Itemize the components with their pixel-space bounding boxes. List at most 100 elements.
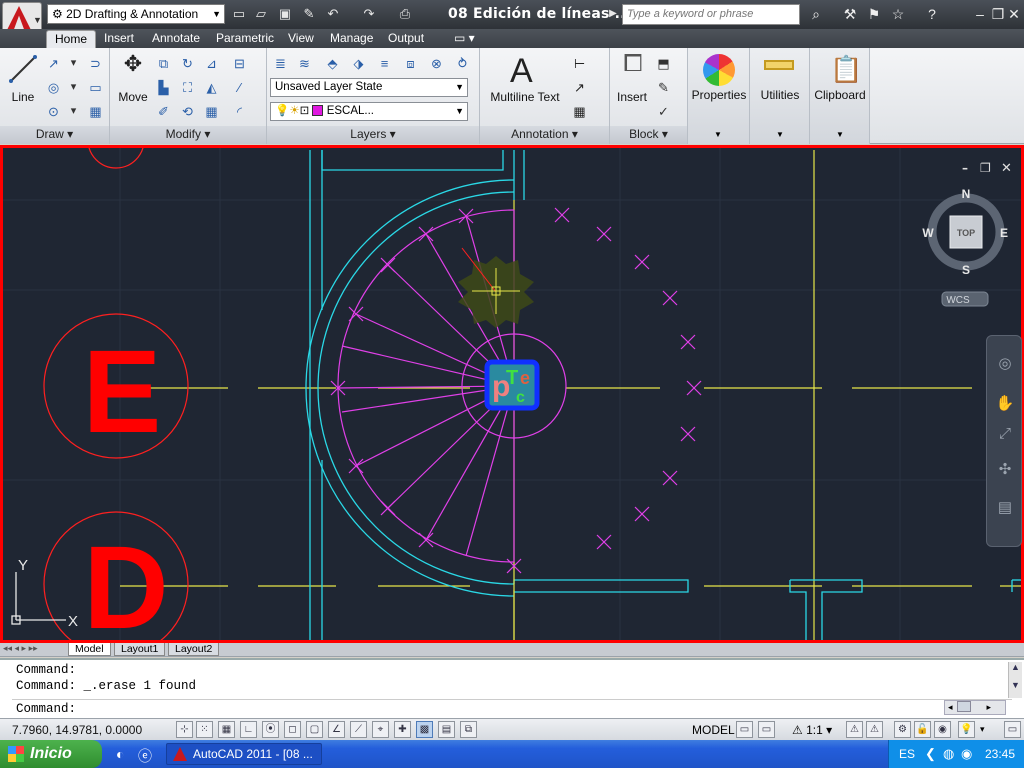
circle-dropdown-icon[interactable]: ▾ <box>64 78 83 97</box>
layer-match-icon[interactable]: ⬗ <box>349 54 368 73</box>
network-icon[interactable]: ◍ <box>943 746 954 762</box>
layer-walk-icon[interactable]: ⥁ <box>453 54 472 73</box>
move-icon[interactable]: ✥ <box>120 53 146 80</box>
block-panel-title[interactable]: Block ▾ <box>610 126 687 144</box>
communication-icon[interactable]: ⚑ <box>864 5 884 23</box>
command-scrollbar[interactable]: ▲ ▼ <box>1008 662 1022 698</box>
edit-block-icon[interactable]: ✎ <box>654 78 673 97</box>
compass-s[interactable]: S <box>962 263 970 277</box>
tab-layout1[interactable]: Layout1 <box>114 643 166 656</box>
modify-panel-title[interactable]: Modify ▾ <box>110 126 266 144</box>
offset-icon[interactable]: ⟲ <box>178 102 197 121</box>
transparency-icon[interactable]: ▩ <box>416 721 433 738</box>
zoom-extents-icon[interactable]: ⤢ <box>995 424 1015 444</box>
draw-panel-title[interactable]: Draw ▾ <box>0 126 109 144</box>
open-icon[interactable]: ▱ <box>252 5 270 23</box>
annotation-panel-title[interactable]: Annotation ▾ <box>480 126 609 144</box>
insert-block-icon[interactable]: ⧠ <box>618 52 648 84</box>
polar-tracking-icon[interactable]: ⦿ <box>262 721 279 738</box>
pan-icon[interactable]: ✋ <box>995 394 1015 414</box>
properties-panel[interactable]: Properties ▼ <box>688 48 750 144</box>
polyline-icon[interactable]: ↗ <box>44 54 63 73</box>
tab-home[interactable]: Home <box>46 30 97 48</box>
favorites-icon[interactable]: ☆ <box>888 5 908 23</box>
tab-insert[interactable]: Insert <box>96 30 142 48</box>
chamfer-icon[interactable]: ◜ <box>230 102 249 121</box>
workspace-switching-icon[interactable]: ⚙ <box>894 721 911 738</box>
layer-properties-icon[interactable]: ≣ <box>271 54 290 73</box>
steering-wheel-icon[interactable]: ◎ <box>995 354 1015 374</box>
dynamic-ucs-icon[interactable]: ⟋ <box>350 721 367 738</box>
tab-manage[interactable]: Manage <box>322 30 381 48</box>
viewcube[interactable]: TOP N S E W WCS <box>922 187 1008 307</box>
save-icon[interactable]: ▣ <box>276 5 294 23</box>
viewport-restore-icon[interactable]: ❐ <box>980 161 991 175</box>
edit-attributes-icon[interactable]: ✓ <box>654 102 673 121</box>
layer-state-select[interactable]: Unsaved Layer State ▼ <box>270 78 468 97</box>
clean-screen-icon[interactable]: ▭ <box>1004 721 1021 738</box>
lineweight-icon[interactable]: ✚ <box>394 721 411 738</box>
ellipse-icon[interactable]: ⊙ <box>44 102 63 121</box>
compass-n[interactable]: N <box>962 187 971 201</box>
layers-panel-title[interactable]: Layers ▾ <box>267 126 479 144</box>
undo-icon[interactable]: ↶ <box>324 5 342 23</box>
isolate-objects-icon[interactable]: 💡 <box>958 721 975 738</box>
title-arrow-icon[interactable]: ▶ <box>604 5 622 23</box>
viewport-minimize-icon[interactable]: – <box>962 161 968 175</box>
erase-icon[interactable]: ⊟ <box>230 54 249 73</box>
redo-icon[interactable]: ↷ <box>360 5 378 23</box>
tab-output[interactable]: Output <box>380 30 432 48</box>
binoculars-icon[interactable]: ⌕ <box>806 5 826 23</box>
grid-bubble-e[interactable]: E <box>43 313 189 459</box>
grid-bubble-d[interactable]: D <box>43 511 189 640</box>
explode-icon[interactable]: ⁄ <box>230 78 249 97</box>
layer-off-icon[interactable]: ≡ <box>375 54 394 73</box>
compass-w[interactable]: W <box>922 226 934 240</box>
clock[interactable]: 23:45 <box>985 747 1015 761</box>
viewcube-face[interactable]: TOP <box>957 228 975 238</box>
rotate-icon[interactable]: ↻ <box>178 54 197 73</box>
utilities-panel[interactable]: Utilities ▼ <box>750 48 810 144</box>
command-window[interactable]: Command: Command: _.erase 1 found Comman… <box>0 658 1024 718</box>
status-bar-menu-icon[interactable]: ▾ <box>980 724 985 735</box>
rectangle-icon[interactable]: ▭ <box>86 78 105 97</box>
3d-object-snap-icon[interactable]: ▢ <box>306 721 323 738</box>
ellipse-dropdown-icon[interactable]: ▾ <box>64 102 83 121</box>
trim-icon[interactable]: ⊿ <box>202 54 221 73</box>
quick-view-drawings-icon[interactable]: ▭ <box>758 721 775 738</box>
tab-layout2[interactable]: Layout2 <box>168 643 220 656</box>
workspace-select[interactable]: ⚙ 2D Drafting & Annotation ▼ <box>47 4 225 24</box>
minimize-icon[interactable]: – <box>970 5 990 23</box>
start-button[interactable]: Inicio <box>0 740 102 768</box>
copy-icon[interactable]: ⧉ <box>154 54 173 73</box>
quick-view-layouts-icon[interactable]: ▭ <box>736 721 753 738</box>
saveas-icon[interactable]: ✎ <box>300 5 318 23</box>
polyline-dropdown-icon[interactable]: ▾ <box>64 54 83 73</box>
drawing-canvas[interactable]: E D p T e c Y X TOP N S E W WCS – ❐ ✕ <box>3 148 1021 640</box>
object-snap-tracking-icon[interactable]: ∠ <box>328 721 345 738</box>
toolbar-lock-icon[interactable]: 🔓 <box>914 721 931 738</box>
mirror-icon[interactable]: ▙ <box>154 78 173 97</box>
layer-freeze-icon[interactable]: ⧈ <box>401 54 420 73</box>
coordinates-readout[interactable]: 7.7960, 14.9781, 0.0000 <box>12 723 142 737</box>
search-input[interactable]: Type a keyword or phrase <box>622 4 800 25</box>
object-snap-icon[interactable]: ◻ <box>284 721 301 738</box>
current-layer-select[interactable]: 💡☀⊡ ESCAL... ▼ <box>270 102 468 121</box>
showmotion-icon[interactable]: ▤ <box>995 498 1015 518</box>
browser-icon[interactable]: ⓔ <box>138 746 152 766</box>
infer-constraints-icon[interactable]: ⊹ <box>176 721 193 738</box>
annotation-scale[interactable]: ⚠ 1:1 ▾ <box>792 723 832 737</box>
scale-icon[interactable]: ◭ <box>202 78 221 97</box>
table-icon[interactable]: ▦ <box>570 102 589 121</box>
stretch-icon[interactable]: ⛶ <box>178 78 197 97</box>
command-hscroll[interactable]: ◂ ▸ <box>944 700 1006 715</box>
auto-scale-icon[interactable]: ⚠ <box>866 721 883 738</box>
volume-icon[interactable]: ◉ <box>961 746 972 762</box>
circle-icon[interactable]: ◎ <box>44 78 63 97</box>
line-icon[interactable] <box>8 54 38 84</box>
hardware-acceleration-icon[interactable]: ◉ <box>934 721 951 738</box>
subscription-icon[interactable]: ⚒ <box>840 5 860 23</box>
taskbar-autocad-window[interactable]: AutoCAD 2011 - [08 ... <box>166 743 322 765</box>
language-indicator[interactable]: ES <box>899 747 915 761</box>
layer-states-icon[interactable]: ≋ <box>295 54 314 73</box>
